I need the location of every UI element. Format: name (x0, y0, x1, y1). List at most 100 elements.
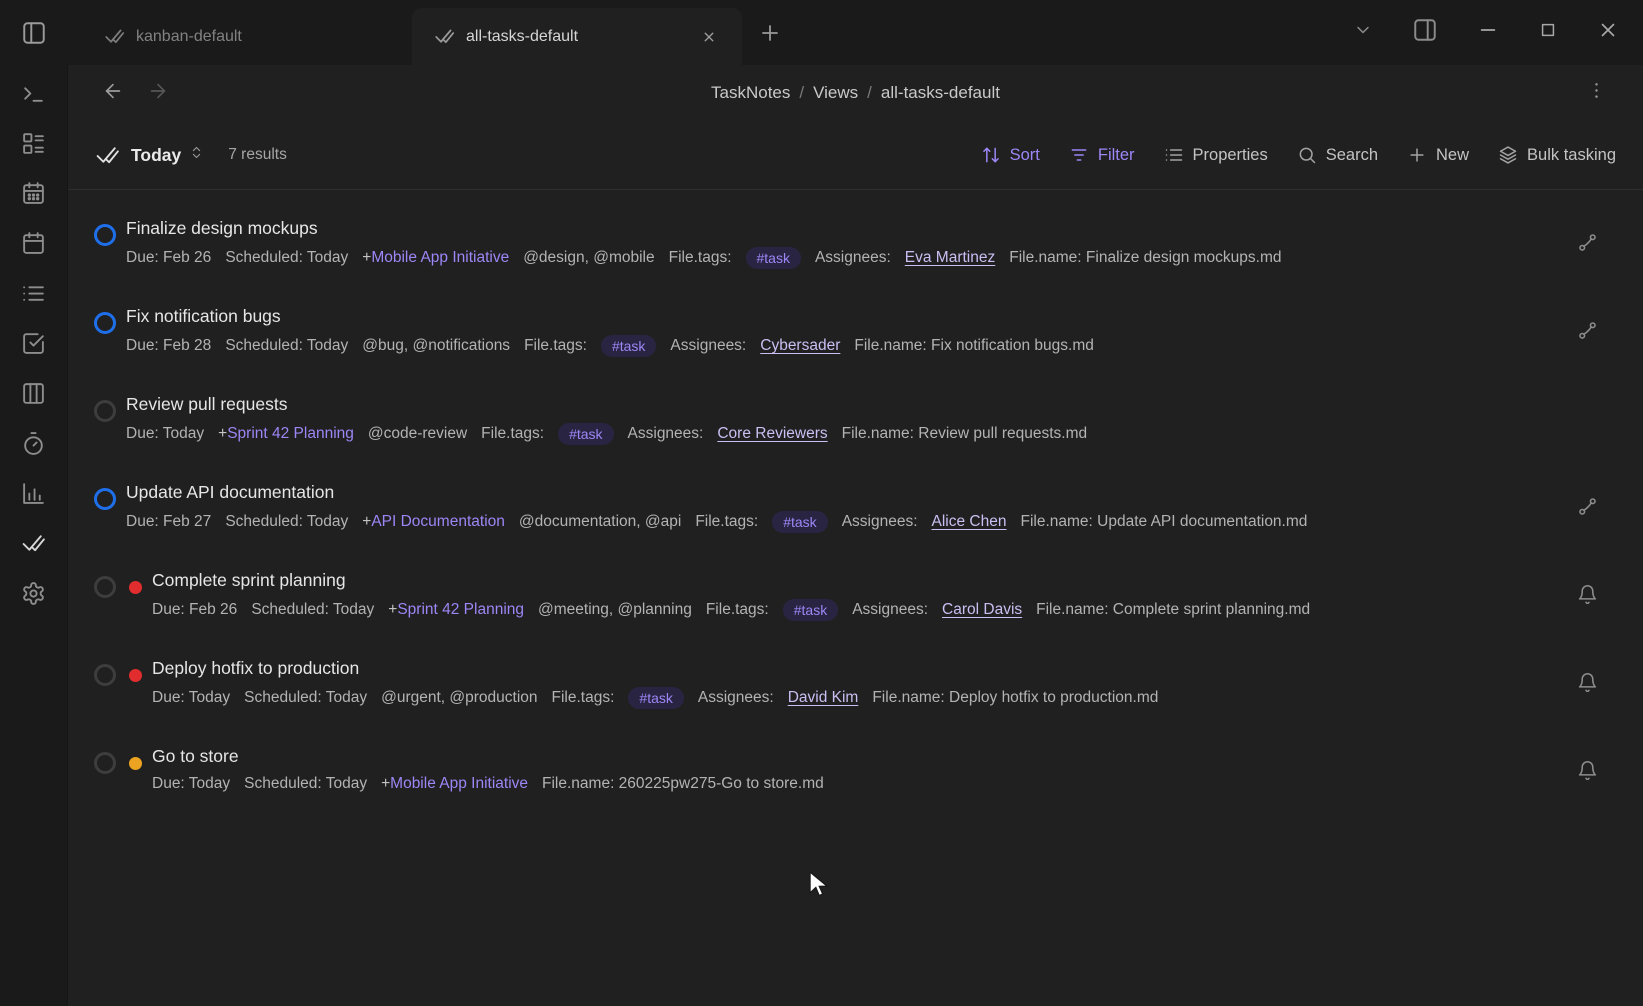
assignee-link[interactable]: Alice Chen (932, 513, 1007, 531)
list-icon (1164, 145, 1184, 165)
task-title: Finalize design mockups (126, 217, 1281, 240)
task-row[interactable]: Complete sprint planningDue: Feb 26Sched… (94, 567, 1643, 655)
task-row[interactable]: Update API documentationDue: Feb 27Sched… (94, 479, 1643, 567)
tab-all-tasks-default[interactable]: all-tasks-default (412, 8, 742, 65)
properties-button[interactable]: Properties (1164, 145, 1268, 165)
tab-bar: kanban-defaultall-tasks-default (82, 8, 742, 65)
ribbon-item-list[interactable] (21, 281, 46, 306)
task-status-circle[interactable] (94, 664, 116, 686)
assignee-link[interactable]: Cybersader (760, 337, 840, 355)
meta-text: Due: Feb 27 (126, 513, 211, 531)
task-row[interactable]: Go to storeDue: TodayScheduled: Today+Mo… (94, 743, 1643, 831)
meta-text: Scheduled: Today (244, 689, 367, 707)
reminder-icon (1577, 672, 1598, 693)
task-row[interactable]: Deploy hotfix to production Due: Today Sch… (94, 655, 1643, 743)
task-meta: Due: TodayScheduled: Today@urgent, @prod… (152, 687, 1158, 709)
close-tab-button[interactable] (698, 26, 720, 48)
task-row[interactable]: Fix notification bugsDue: Feb 28Schedule… (94, 303, 1643, 391)
breadcrumb-item-all-tasks-default[interactable]: all-tasks-default (881, 83, 1000, 103)
breadcrumb-item-views[interactable]: Views (813, 83, 858, 103)
tag-badge[interactable]: #task (772, 511, 827, 533)
navigate-forward-button[interactable] (147, 80, 169, 107)
meta-text: File.tags: (669, 249, 732, 267)
more-options-button[interactable] (1586, 80, 1607, 106)
bulk-tasking-button[interactable]: Bulk tasking (1498, 145, 1616, 165)
project-name: Mobile App Initiative (390, 775, 528, 792)
breadcrumb: TaskNotes/Views/all-tasks-default (711, 83, 1000, 103)
task-title: Complete sprint planning (152, 569, 1310, 592)
project-link[interactable]: +Mobile App Initiative (362, 249, 509, 267)
tag-badge[interactable]: #task (628, 687, 683, 709)
task-status-circle[interactable] (94, 576, 116, 598)
minimize-button[interactable] (1477, 19, 1499, 46)
project-link[interactable]: +Sprint 42 Planning (388, 601, 524, 619)
meta-text: File.name: Finalize design mockups.md (1009, 249, 1281, 267)
task-status-circle[interactable] (94, 752, 116, 774)
meta-text: Due: Today (152, 689, 230, 707)
ribbon-item-calendar[interactable] (21, 231, 46, 256)
close-window-button[interactable] (1597, 19, 1619, 46)
ribbon-item-calendar-days[interactable] (21, 181, 46, 206)
tag-badge[interactable]: #task (746, 247, 801, 269)
toggle-left-sidebar-button[interactable] (0, 0, 68, 65)
assignee-link[interactable]: David Kim (788, 689, 859, 707)
navigate-back-button[interactable] (102, 80, 124, 107)
tag-badge[interactable]: #task (783, 599, 838, 621)
window-controls (1353, 0, 1643, 65)
maximize-button[interactable] (1538, 20, 1558, 45)
meta-text: File.name: 260225pw275-Go to store.md (542, 775, 824, 793)
chevron-down-icon (1353, 20, 1373, 40)
arrow-up-down-icon (981, 145, 1001, 165)
task-meta: Due: Feb 27Scheduled: Today+API Document… (126, 511, 1307, 533)
ribbon-item-terminal[interactable] (21, 81, 46, 106)
task-status-circle[interactable] (94, 400, 116, 422)
filter-button[interactable]: Filter (1069, 145, 1135, 165)
breadcrumb-item-tasknotes[interactable]: TaskNotes (711, 83, 790, 103)
task-row[interactable]: Finalize design mockupsDue: Feb 26Schedu… (94, 215, 1643, 303)
ribbon-item-bar-chart[interactable] (21, 481, 46, 506)
tab-list-dropdown-button[interactable] (1353, 20, 1373, 45)
meta-text: @code-review (368, 425, 467, 443)
tag-badge[interactable]: #task (558, 423, 613, 445)
assignee-link[interactable]: Core Reviewers (717, 425, 827, 443)
tasknotes-icon (95, 143, 120, 168)
minimize-icon (1477, 19, 1499, 41)
project-link[interactable]: +Sprint 42 Planning (218, 425, 354, 443)
tab-kanban-default[interactable]: kanban-default (82, 8, 412, 65)
chevrons-up-down-icon (189, 145, 204, 160)
task-status-circle[interactable] (94, 224, 116, 246)
meta-text: File.name: Fix notification bugs.md (854, 337, 1094, 355)
task-status-circle[interactable] (94, 312, 116, 334)
new-tab-button[interactable] (758, 0, 782, 65)
sort-button[interactable]: Sort (981, 145, 1040, 165)
ribbon-item-layout-list[interactable] (21, 131, 46, 156)
project-link[interactable]: +Mobile App Initiative (381, 775, 528, 793)
view-title[interactable]: Today (131, 145, 181, 166)
results-count: 7 results (228, 146, 287, 164)
panel-right-icon (1412, 17, 1438, 43)
assignee-link[interactable]: Carol Davis (942, 601, 1022, 619)
ribbon-item-settings[interactable] (21, 581, 46, 606)
ribbon-item-tasknotes[interactable] (21, 531, 46, 556)
task-status-circle[interactable] (94, 488, 116, 510)
ribbon-item-timer[interactable] (21, 431, 46, 456)
search-button[interactable]: Search (1297, 145, 1378, 165)
ribbon-item-columns[interactable] (21, 381, 46, 406)
task-title: Deploy hotfix to production (152, 657, 1158, 680)
project-link[interactable]: +API Documentation (362, 513, 505, 531)
reminder-icon (1577, 760, 1598, 781)
tag-badge[interactable]: #task (601, 335, 656, 357)
ribbon-item-check-square[interactable] (21, 331, 46, 356)
task-row[interactable]: Review pull requestsDue: Today+Sprint 42… (94, 391, 1643, 479)
toggle-right-sidebar-button[interactable] (1412, 17, 1438, 48)
plus-icon (758, 21, 782, 45)
assignee-link[interactable]: Eva Martinez (905, 249, 995, 267)
meta-text: File.tags: (706, 601, 769, 619)
view-selector-button[interactable] (189, 145, 204, 165)
task-body: Fix notification bugsDue: Feb 28Schedule… (126, 303, 1094, 357)
project-name: Sprint 42 Planning (397, 601, 524, 618)
new-button[interactable]: New (1407, 145, 1469, 165)
titlebar: kanban-defaultall-tasks-default (0, 0, 1643, 65)
plus-prefix: + (381, 775, 390, 792)
maximize-icon (1538, 20, 1558, 40)
